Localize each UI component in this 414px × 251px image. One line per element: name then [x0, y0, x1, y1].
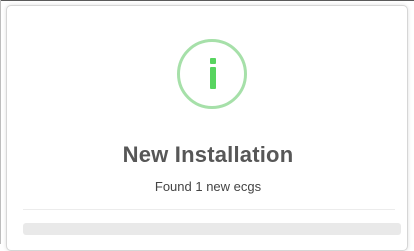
- dialog-message: Found 1 new ecgs: [154, 179, 262, 194]
- info-icon-dot: [210, 58, 216, 64]
- backdrop-top-edge: [0, 0, 414, 1]
- info-icon: [177, 39, 247, 109]
- info-icon-stem: [210, 67, 216, 89]
- dialog-title: New Installation: [122, 142, 294, 167]
- installation-progress-bar: [23, 223, 401, 235]
- dialog-divider: [23, 209, 395, 210]
- backdrop-left-edge: [0, 0, 1, 244]
- installation-dialog: New Installation Found 1 new ecgs: [6, 5, 408, 251]
